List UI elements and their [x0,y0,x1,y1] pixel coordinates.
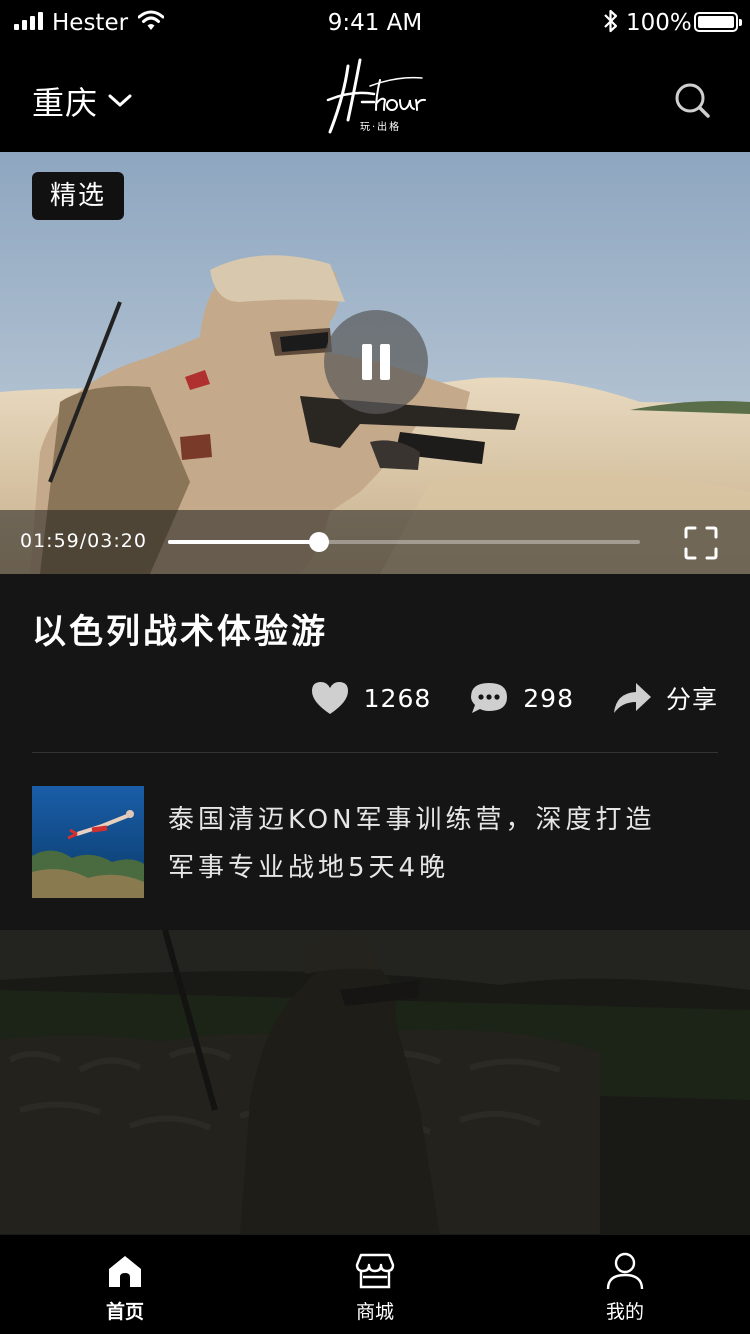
brand-tagline: 玩·出格 [360,122,402,133]
progress-fill [168,540,320,544]
tab-home[interactable]: 首页 [0,1235,250,1334]
next-video-image [0,930,750,1234]
city-name: 重庆 [32,84,99,122]
store-icon [355,1253,395,1289]
video-player[interactable]: 精选 01:59/03:20 [0,152,750,574]
like-button[interactable]: 1268 [310,680,432,716]
search-icon[interactable] [672,80,712,120]
top-nav: 重庆 玩·出格 [0,48,750,152]
city-selector[interactable]: 重庆 [32,78,132,124]
tab-profile[interactable]: 我的 [500,1235,750,1334]
share-arrow-icon [613,683,651,713]
next-video-card[interactable] [0,930,750,1234]
bottom-tab-bar: 首页 商城 我的 [0,1234,750,1334]
chevron-down-icon [108,94,132,107]
fullscreen-icon[interactable] [684,526,718,560]
comment-count: 298 [523,683,574,713]
comment-icon [471,683,508,713]
battery-percent: 100% [626,10,692,36]
tab-profile-label: 我的 [605,1301,644,1323]
related-article[interactable]: 泰国清迈KON军事训练营，深度打造军事专业战地5天4晚 [32,786,718,898]
comment-button[interactable]: 298 [469,680,574,716]
bluetooth-icon [604,9,618,33]
battery-icon [694,12,742,32]
heart-icon [311,682,348,714]
related-title: 泰国清迈KON军事训练营，深度打造军事专业战地5天4晚 [168,805,656,883]
related-thumbnail [32,786,144,898]
tab-store[interactable]: 商城 [250,1235,500,1334]
playback-time: 01:59/03:20 [20,530,147,552]
share-button[interactable]: 分享 [612,680,718,716]
profile-icon [606,1252,644,1290]
featured-badge: 精选 [32,172,125,220]
tab-store-label: 商城 [355,1301,394,1323]
video-controls: 01:59/03:20 [0,510,750,574]
pause-button[interactable] [324,310,428,414]
article-title[interactable]: 以色列战术体验游 [32,604,328,653]
divider [32,752,718,753]
status-bar: Hester 9:41 AM 100% [0,0,750,48]
brand-logo: 玩·出格 [322,56,432,142]
progress-knob[interactable] [309,532,330,552]
share-label: 分享 [665,685,718,714]
article-panel: 以色列战术体验游 1268 298 分享 泰国清迈KON军事训练营，深度打造军事… [0,574,750,930]
tab-home-label: 首页 [105,1301,144,1323]
like-count: 1268 [363,683,432,713]
progress-track[interactable] [168,532,640,552]
article-actions: 1268 298 分享 [272,680,718,716]
home-icon [109,1256,141,1287]
